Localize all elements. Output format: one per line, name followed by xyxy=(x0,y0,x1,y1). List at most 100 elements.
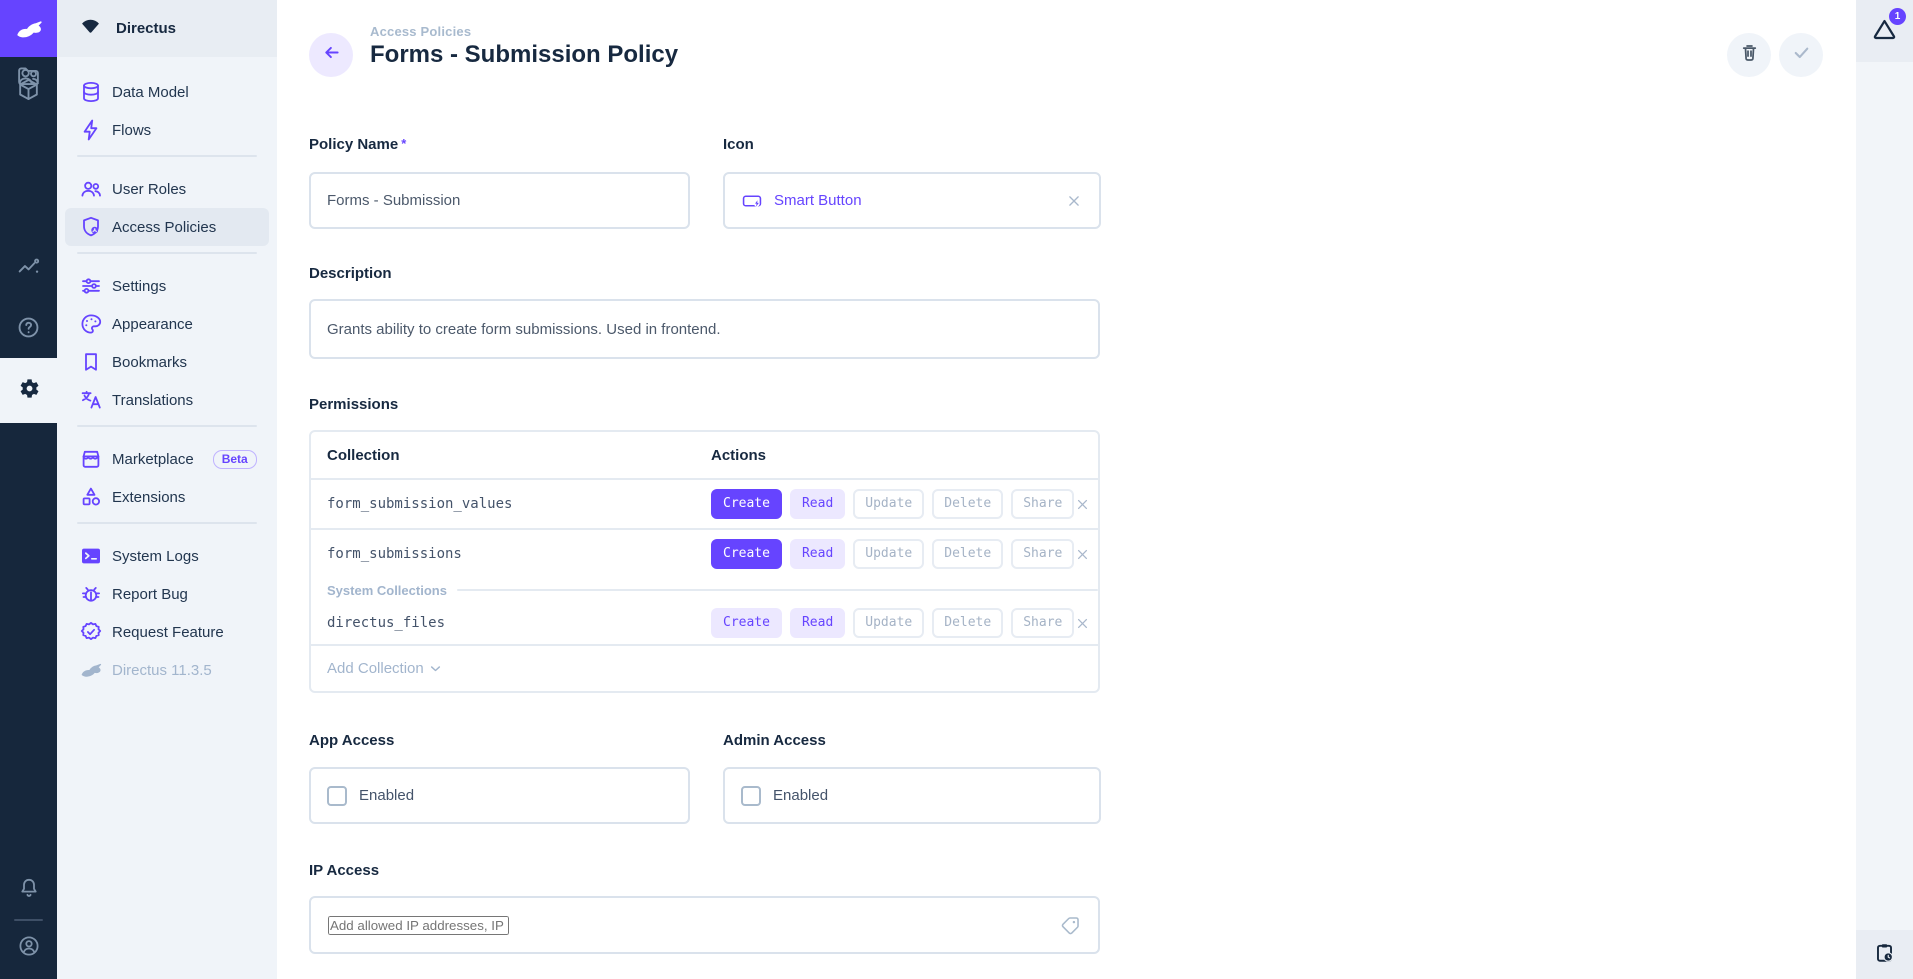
trash-icon xyxy=(1739,42,1760,68)
gear-icon xyxy=(16,376,41,406)
seal-icon xyxy=(79,620,103,644)
sidebar-item-request-feature[interactable]: Request Feature xyxy=(65,613,269,651)
terminal-icon xyxy=(79,544,103,568)
permission-chip-share[interactable]: Share xyxy=(1011,608,1074,638)
notifications-panel-header: 1 xyxy=(1856,0,1913,62)
page-header: Access Policies Forms - Submission Polic… xyxy=(370,24,678,69)
collection-name: form_submission_values xyxy=(327,496,711,512)
main-content: Access Policies Forms - Submission Polic… xyxy=(277,0,1856,979)
rail-module-settings[interactable] xyxy=(0,358,57,423)
rail-divider xyxy=(14,919,43,921)
remove-collection-button[interactable] xyxy=(1074,546,1091,563)
right-sidebar: 1 xyxy=(1856,0,1913,979)
permission-chip-create[interactable]: Create xyxy=(711,489,782,519)
notification-count-badge: 1 xyxy=(1889,8,1906,25)
help-icon xyxy=(16,315,41,345)
app-access-label: App Access xyxy=(309,732,690,749)
collection-column-header: Collection xyxy=(327,447,711,464)
rail-notifications-button[interactable] xyxy=(0,868,57,912)
permission-chip-read[interactable]: Read xyxy=(790,539,845,569)
permission-chip-delete[interactable]: Delete xyxy=(932,608,1003,638)
sidebar-divider xyxy=(57,252,277,267)
sidebar-item-translations[interactable]: Translations xyxy=(65,381,269,419)
folder-icon xyxy=(16,64,41,94)
sidebar-item-system-logs[interactable]: System Logs xyxy=(65,537,269,575)
insights-icon xyxy=(16,255,41,285)
breadcrumb[interactable]: Access Policies xyxy=(370,24,678,39)
rabbit-icon xyxy=(14,14,44,44)
bookmark-icon xyxy=(79,350,103,374)
permission-row: directus_filesCreate Read Update Delete Shar… xyxy=(311,602,1098,646)
arrow-left-icon xyxy=(321,42,342,68)
clipboard-clock-icon xyxy=(1873,941,1896,969)
rail-module-file-library[interactable] xyxy=(0,57,57,101)
palette-icon xyxy=(79,312,103,336)
permissions-field: Permissions Collection Actions form_subm… xyxy=(309,396,1100,693)
permissions-label: Permissions xyxy=(309,396,1100,413)
chevron-down-icon xyxy=(427,660,444,677)
ip-access-input[interactable] xyxy=(328,916,509,935)
settings-sidebar: Directus Data ModelFlows User RolesAccess… xyxy=(57,0,277,979)
collection-name: directus_files xyxy=(327,615,711,631)
app-access-checkbox[interactable] xyxy=(327,786,347,806)
permission-chip-update[interactable]: Update xyxy=(853,539,924,569)
permission-chip-share[interactable]: Share xyxy=(1011,489,1074,519)
remove-collection-button[interactable] xyxy=(1074,496,1091,513)
permission-chip-create[interactable]: Create xyxy=(711,608,782,638)
description-field: Description Grants ability to create for… xyxy=(309,265,1100,359)
directus-logo[interactable] xyxy=(0,0,57,57)
sidebar-item-appearance[interactable]: Appearance xyxy=(65,305,269,343)
save-button[interactable] xyxy=(1779,33,1823,77)
users-icon xyxy=(79,177,103,201)
sidebar-item-bookmarks[interactable]: Bookmarks xyxy=(65,343,269,381)
permission-chip-create[interactable]: Create xyxy=(711,539,782,569)
sidebar-item-settings[interactable]: Settings xyxy=(65,267,269,305)
sidebar-item-access-policies[interactable]: Access Policies xyxy=(65,208,269,246)
notifications-button[interactable]: 1 xyxy=(1871,15,1898,47)
check-icon xyxy=(1791,42,1812,68)
back-button[interactable] xyxy=(309,33,353,77)
permission-chip-delete[interactable]: Delete xyxy=(932,489,1003,519)
sidebar-item-flows[interactable]: Flows xyxy=(65,111,269,149)
remove-collection-button[interactable] xyxy=(1074,615,1091,632)
admin-access-field: Admin Access Enabled xyxy=(723,732,1101,824)
sidebar-item-directus-11-3-5[interactable]: Directus 11.3.5 xyxy=(65,651,269,689)
sidebar-item-data-model[interactable]: Data Model xyxy=(65,73,269,111)
activity-sidebar-toggle[interactable] xyxy=(1856,930,1913,979)
permission-chip-read[interactable]: Read xyxy=(790,608,845,638)
add-collection-button[interactable]: Add Collection xyxy=(311,646,1098,691)
policy-name-input[interactable] xyxy=(327,192,672,209)
permission-chip-share[interactable]: Share xyxy=(1011,539,1074,569)
permission-chip-delete[interactable]: Delete xyxy=(932,539,1003,569)
database-icon xyxy=(79,80,103,104)
rail-account-button[interactable] xyxy=(0,926,57,970)
sidebar-item-user-roles[interactable]: User Roles xyxy=(65,170,269,208)
tune-icon xyxy=(79,274,103,298)
project-name: Directus xyxy=(116,20,176,37)
collection-name: form_submissions xyxy=(327,546,711,562)
delete-button[interactable] xyxy=(1727,33,1771,77)
icon-value: Smart Button xyxy=(774,192,862,209)
admin-access-checkbox[interactable] xyxy=(741,786,761,806)
ip-access-label: IP Access xyxy=(309,862,1100,879)
description-input[interactable]: Grants ability to create form submission… xyxy=(309,299,1100,359)
bell-icon xyxy=(17,876,41,905)
icon-input[interactable]: Smart Button xyxy=(723,172,1101,229)
permission-chip-update[interactable]: Update xyxy=(853,608,924,638)
rail-module-help[interactable] xyxy=(0,308,57,352)
project-header[interactable]: Directus xyxy=(57,0,277,57)
policy-name-label: Policy Name* xyxy=(309,136,690,153)
permission-chip-read[interactable]: Read xyxy=(790,489,845,519)
admin-access-label: Admin Access xyxy=(723,732,1101,749)
sidebar-item-marketplace[interactable]: MarketplaceBeta xyxy=(65,440,269,478)
icon-field: Icon Smart Button xyxy=(723,136,1101,229)
translate-icon xyxy=(79,388,103,412)
sidebar-item-report-bug[interactable]: Report Bug xyxy=(65,575,269,613)
permission-row: form_submission_valuesCreate Read Update De… xyxy=(311,480,1098,530)
clear-icon-button[interactable] xyxy=(1065,192,1083,210)
admin-access-checkbox-label: Enabled xyxy=(773,787,828,804)
rail-module-insights[interactable] xyxy=(0,248,57,292)
tag-icon[interactable] xyxy=(1060,915,1081,936)
sidebar-item-extensions[interactable]: Extensions xyxy=(65,478,269,516)
permission-chip-update[interactable]: Update xyxy=(853,489,924,519)
